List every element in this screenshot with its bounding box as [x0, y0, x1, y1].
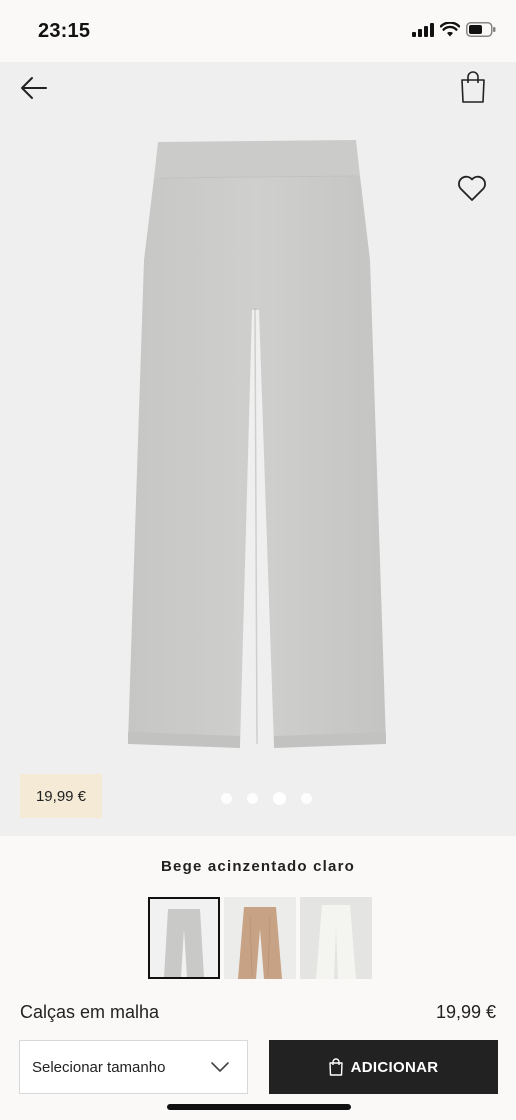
pagination-dot-active[interactable]: [272, 792, 286, 805]
color-swatches: [148, 897, 372, 979]
home-indicator[interactable]: [167, 1104, 351, 1110]
status-icons: [412, 22, 496, 37]
swatch-thumbnail: [316, 905, 356, 979]
add-button-label: ADICIONAR: [350, 1058, 439, 1076]
heart-icon[interactable]: [456, 172, 488, 204]
color-swatch-beige[interactable]: [224, 897, 296, 979]
pagination-dot[interactable]: [300, 793, 312, 804]
status-bar: 23:15: [0, 0, 516, 62]
product-image: [128, 140, 386, 748]
color-swatch-grey[interactable]: [148, 897, 220, 979]
add-to-bag-button[interactable]: ADICIONAR: [269, 1040, 498, 1094]
product-gallery[interactable]: 19,99 €: [0, 62, 516, 836]
purchase-bar: Calças em malha 19,99 € Selecionar taman…: [0, 980, 516, 1120]
pagination-dot[interactable]: [220, 793, 232, 804]
signal-icon: [412, 22, 434, 37]
selected-color-name: Bege acinzentado claro: [161, 858, 355, 875]
swatch-thumbnail: [164, 909, 204, 977]
battery-icon: [466, 22, 496, 37]
size-select[interactable]: Selecionar tamanho: [19, 1040, 248, 1094]
pagination-dot[interactable]: [246, 793, 258, 804]
status-time: 23:15: [38, 20, 91, 42]
product-price: 19,99 €: [435, 1002, 496, 1022]
product-name: Calças em malha: [20, 1002, 160, 1022]
color-swatch-white[interactable]: [300, 897, 372, 979]
shopping-bag-icon[interactable]: [460, 70, 486, 104]
chevron-down-icon: [211, 1062, 229, 1072]
arrow-left-icon[interactable]: [18, 72, 50, 104]
shopping-bag-icon: [328, 1058, 343, 1076]
size-select-label: Selecionar tamanho: [32, 1058, 166, 1076]
image-pagination[interactable]: [0, 792, 516, 805]
swatch-thumbnail: [238, 907, 282, 979]
wifi-icon: [440, 22, 460, 37]
